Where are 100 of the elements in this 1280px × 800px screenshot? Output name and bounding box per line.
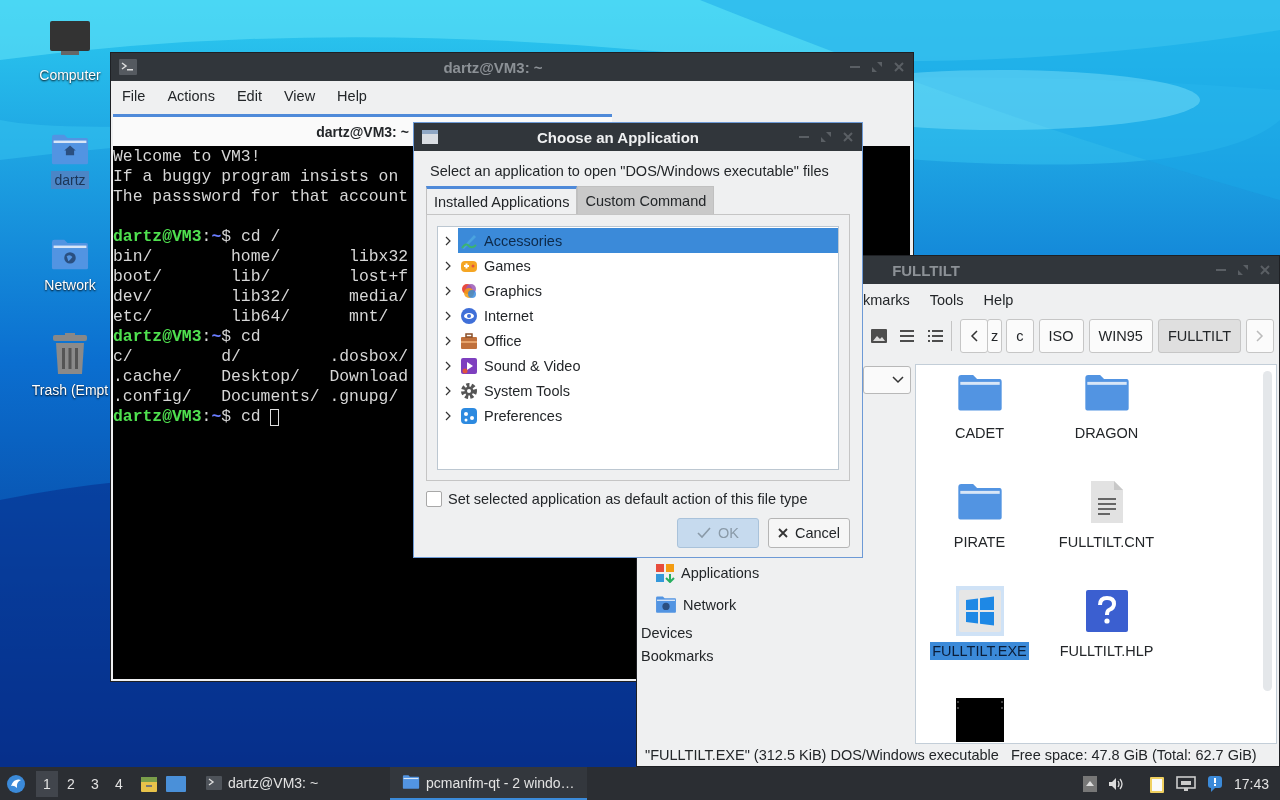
sidebar-section[interactable]: Devices [637, 621, 914, 644]
prompt-line: dartz@VM3:~$ cd [113, 407, 262, 427]
scrollbar[interactable] [1263, 371, 1272, 691]
path-button[interactable]: c [1006, 319, 1034, 353]
video-thumbnail-icon [955, 698, 1004, 742]
gear-icon [460, 381, 478, 400]
category-item[interactable]: System Tools [458, 378, 838, 403]
workspace-button[interactable]: 1 [36, 770, 58, 797]
path-back-button[interactable] [960, 319, 989, 353]
workspace-button[interactable]: 4 [108, 770, 130, 797]
chevron-icon[interactable] [443, 335, 453, 346]
window-title: dartz@VM3: ~ [442, 58, 544, 76]
notification-icon[interactable] [1206, 774, 1223, 793]
terminal-line: c/ d/ .dosbox/ [113, 347, 409, 367]
sidebar-item[interactable]: Applications [637, 557, 914, 589]
workspace-button[interactable]: 2 [60, 770, 82, 797]
desktop-icon-label[interactable]: Network [41, 276, 99, 294]
media-icon [460, 356, 478, 375]
preferences-icon [460, 406, 478, 425]
chevron-left-icon [970, 330, 979, 342]
desktop-icon[interactable] [166, 775, 186, 792]
file-name[interactable]: FULLTILT.EXE [930, 642, 1029, 660]
status-text: "FULLTILT.EXE" (312.5 KiB) DOS/Windows executable [645, 747, 999, 763]
home-folder-icon [50, 133, 90, 165]
file-name[interactable]: DRAGON [1072, 424, 1141, 442]
sidebar-item[interactable]: Network [637, 589, 914, 621]
chevron-icon[interactable] [443, 285, 453, 296]
terminal-line: boot/ lib/ lost+f [113, 267, 409, 287]
image-icon[interactable] [871, 329, 888, 343]
chevron-icon[interactable] [443, 410, 453, 421]
category-item[interactable]: Sound & Video [458, 353, 838, 378]
category-item[interactable]: Accessories [458, 228, 838, 253]
menu-item[interactable]: Help [326, 88, 378, 104]
task-button[interactable]: dartz@VM3: ~ [194, 767, 390, 800]
file-name[interactable]: FULLTILT.HLP [1057, 642, 1156, 660]
prompt-line: dartz@VM3:~$ cd [113, 327, 261, 347]
desktop-icon-label[interactable]: Trash (Empt [28, 381, 112, 399]
terminal-line: The passsword for that account [113, 187, 409, 207]
menu-item[interactable]: View [272, 88, 327, 104]
volume-icon[interactable] [1107, 776, 1124, 791]
file-name[interactable]: PIRATE [951, 533, 1008, 551]
network-icon[interactable] [1175, 775, 1196, 792]
window-icon [422, 130, 438, 144]
category-item[interactable]: Office [458, 328, 838, 353]
file-name[interactable]: CADET [952, 424, 1007, 442]
checkbox-label[interactable]: Set selected application as default action of this file type [448, 491, 808, 507]
close-icon [777, 528, 788, 538]
menu-item[interactable]: Actions [156, 88, 226, 104]
chevron-icon[interactable] [443, 235, 453, 246]
trash-icon [52, 333, 88, 375]
places-dropdown[interactable] [863, 366, 911, 394]
menu-item[interactable]: File [111, 88, 157, 104]
category-item[interactable]: Internet [458, 303, 838, 328]
menu-item[interactable]: Edit [225, 88, 273, 104]
check-icon [697, 527, 711, 539]
network-folder-icon [655, 596, 677, 614]
chevron-right-icon [1256, 330, 1264, 342]
path-button[interactable]: WIN95 [1088, 319, 1153, 353]
menu-item[interactable]: kmarks [863, 292, 920, 308]
chevron-icon[interactable] [443, 360, 453, 371]
category-item[interactable]: Games [458, 253, 838, 278]
file-name[interactable]: FULLTILT.CNT [1056, 533, 1157, 551]
folder-icon [955, 483, 1004, 521]
windows-logo-icon [958, 590, 1001, 632]
tab[interactable]: Installed Applications [426, 186, 578, 214]
chevron-icon[interactable] [443, 385, 453, 396]
path-button[interactable]: ISO [1038, 319, 1084, 353]
compact-list-icon[interactable] [900, 330, 915, 342]
task-button[interactable]: pcmanfm-qt - 2 windo… [390, 767, 587, 800]
terminal-line: Welcome to VM3! [113, 147, 261, 167]
help-icon [1085, 590, 1128, 632]
terminal-icon [119, 59, 137, 75]
path-button[interactable]: FULLTILT [1157, 319, 1241, 353]
category-item[interactable]: Graphics [458, 278, 838, 303]
workspace-button[interactable]: 3 [84, 770, 106, 797]
applications-icon [655, 563, 675, 583]
file-cabinet-icon[interactable] [140, 774, 158, 793]
tab[interactable]: Custom Command [577, 186, 715, 214]
clock: 17:43 [1233, 775, 1269, 792]
terminal-line: If a buggy program insists on [113, 167, 399, 187]
category-item[interactable]: Preferences [458, 403, 838, 428]
terminal-line: bin/ home/ libx32 [113, 247, 409, 267]
folder-icon [1082, 374, 1131, 412]
sidebar-section[interactable]: Bookmarks [637, 644, 914, 667]
menu-item[interactable]: Tools [919, 292, 974, 308]
checkbox[interactable] [426, 491, 442, 507]
cancel-button[interactable]: Cancel [768, 518, 850, 548]
globe-icon [460, 306, 478, 325]
detailed-list-icon[interactable] [927, 330, 943, 342]
window-title: FULLTILT [891, 261, 961, 279]
prompt-line: dartz@VM3:~$ cd / [113, 227, 281, 247]
chevron-icon[interactable] [443, 260, 453, 271]
tray-expand-icon[interactable] [1082, 775, 1097, 792]
folder-icon [955, 374, 1004, 412]
free-space-text: Free space: 47.8 GiB (Total: 62.7 GiB) [1010, 747, 1257, 763]
chevron-icon[interactable] [443, 310, 453, 321]
menu-item[interactable]: Help [973, 292, 1024, 308]
clipboard-icon[interactable] [1148, 774, 1165, 793]
start-menu-icon[interactable] [6, 773, 26, 794]
terminal-line: .config/ Documents/ .gnupg/ [113, 387, 399, 407]
